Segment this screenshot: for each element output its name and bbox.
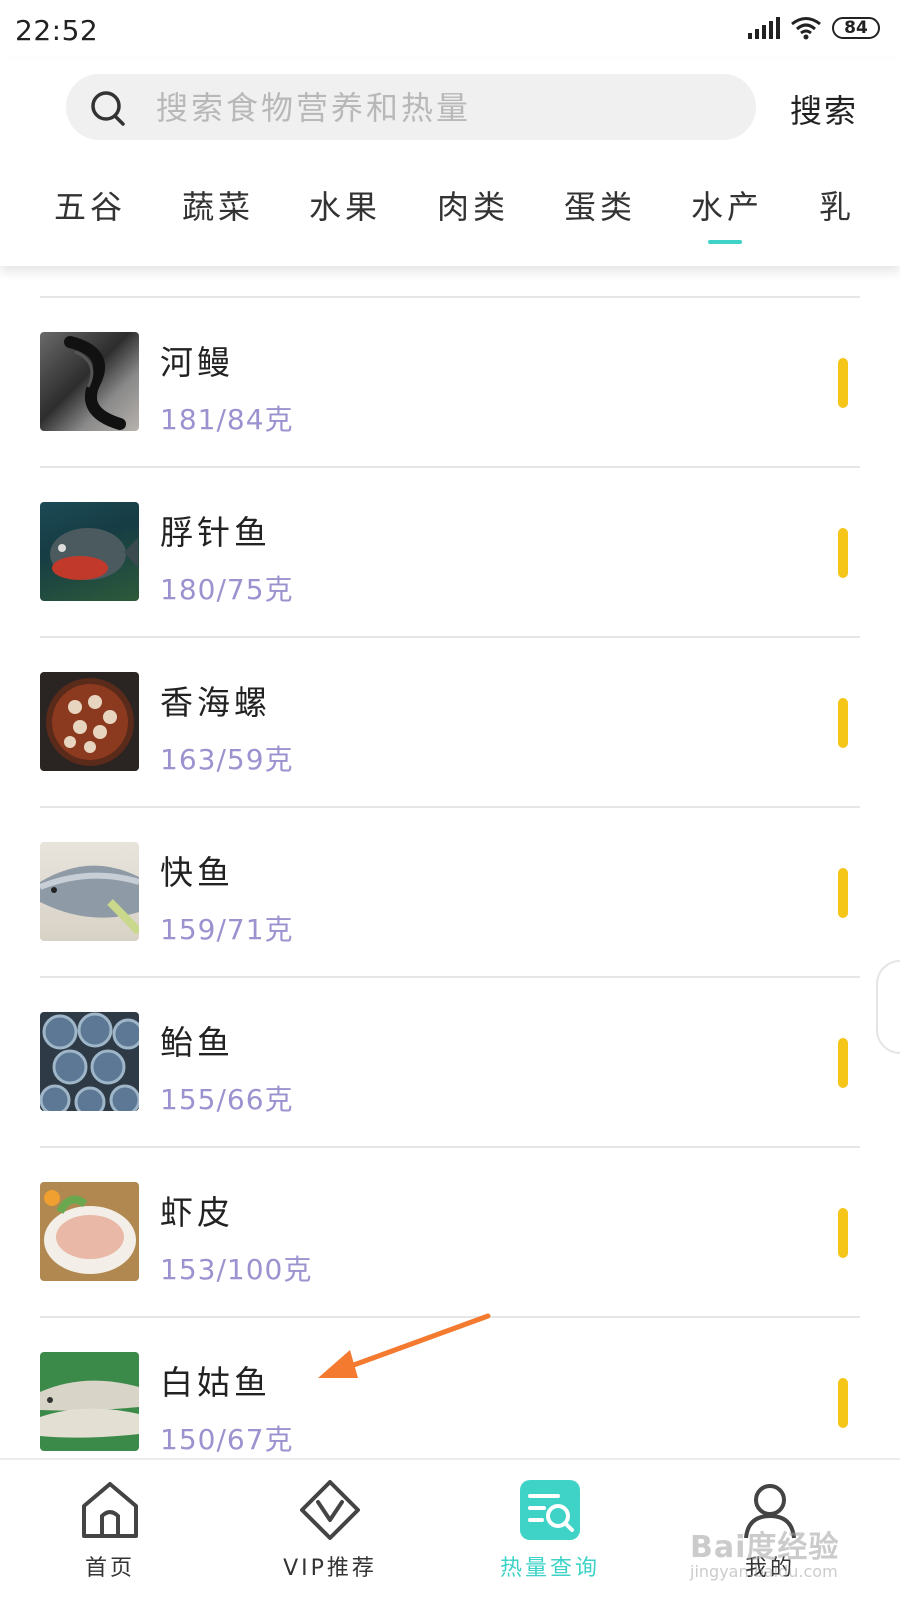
search-input[interactable] [154,74,738,142]
nav-vip-label: VIP推荐 [283,1556,377,1581]
food-name: 河鳗 [160,343,234,382]
food-thumbnail [40,1012,139,1111]
calorie-level-bar [838,358,848,408]
watermark-text: Bai度经验 [690,1530,840,1565]
food-thumbnail [40,842,139,941]
watermark-subtext: jingyan.baidu.com [690,1562,838,1581]
calorie-level-bar [838,698,848,748]
food-calories: 159/71克 [160,913,294,946]
calorie-level-bar [838,1208,848,1258]
food-name: 香海螺 [160,683,271,722]
status-time: 22:52 [15,14,99,47]
food-thumbnail [40,332,139,431]
nav-calorie-search[interactable]: 热量查询 [480,1478,620,1582]
nav-home-label: 首页 [84,1556,135,1581]
calorie-level-bar [838,868,848,918]
vip-icon [300,1480,360,1540]
tab-fruits[interactable]: 水果 [309,182,381,228]
category-tabs: 五谷 蔬菜 水果 肉类 蛋类 水产 乳 [0,168,900,248]
side-scroll-handle[interactable] [876,960,900,1054]
food-thumbnail [40,1182,139,1281]
bottom-nav: 首页 VIP推荐 热量查询 我的 Bai度经验 jingyan.baidu.co… [0,1458,900,1602]
food-name: 脬针鱼 [160,513,271,552]
calorie-level-bar [838,528,848,578]
food-name: 虾皮 [160,1193,234,1232]
status-bar: 22:52 84 [0,0,900,60]
list-item[interactable]: 脬针鱼 180/75克 [40,466,860,636]
search-button[interactable]: 搜索 [790,86,858,132]
list-item[interactable]: 快鱼 159/71克 [40,806,860,976]
tab-vegetables[interactable]: 蔬菜 [182,182,254,228]
tab-dairy[interactable]: 乳 [819,182,855,228]
battery-indicator: 84 [832,17,880,39]
nav-home[interactable]: 首页 [40,1478,180,1582]
calorie-level-bar [838,1378,848,1428]
home-icon [82,1482,138,1538]
status-icons: 84 [748,16,880,40]
food-name: 快鱼 [160,853,234,892]
list-item[interactable]: 鲐鱼 155/66克 [40,976,860,1146]
food-thumbnail [40,1352,139,1451]
annotation-arrow-icon [318,1313,491,1378]
food-thumbnail [40,672,139,771]
food-calories: 150/67克 [160,1423,294,1456]
list-item[interactable]: 河鳗 181/84克 [40,296,860,466]
tab-seafood[interactable]: 水产 [691,182,763,228]
food-calories: 181/84克 [160,403,294,436]
food-calories: 153/100克 [160,1253,313,1286]
food-name: 白姑鱼 [160,1363,271,1402]
tab-grains[interactable]: 五谷 [54,182,126,228]
wifi-icon [791,17,821,40]
food-name: 鲐鱼 [160,1023,234,1062]
list-item[interactable]: 香海螺 163/59克 [40,636,860,806]
calorie-search-icon [520,1480,580,1540]
tab-eggs[interactable]: 蛋类 [564,182,636,228]
signal-icon [748,17,780,39]
food-list: 河鳗 181/84克 脬针鱼 180/75克 香海螺 163/59克 快鱼 15… [40,296,860,1486]
food-thumbnail [40,502,139,601]
list-item[interactable]: 虾皮 153/100克 [40,1146,860,1316]
header: 搜索 五谷 蔬菜 水果 肉类 蛋类 水产 乳 [0,60,900,266]
food-calories: 163/59克 [160,743,294,776]
food-calories: 180/75克 [160,573,294,606]
food-calories: 155/66克 [160,1083,294,1116]
nav-calorie-search-label: 热量查询 [499,1556,600,1581]
active-tab-indicator [708,240,742,244]
calorie-level-bar [838,1038,848,1088]
search-icon [91,91,125,126]
search-box[interactable] [66,74,756,142]
tab-meat[interactable]: 肉类 [437,182,509,228]
nav-vip[interactable]: VIP推荐 [260,1478,400,1582]
